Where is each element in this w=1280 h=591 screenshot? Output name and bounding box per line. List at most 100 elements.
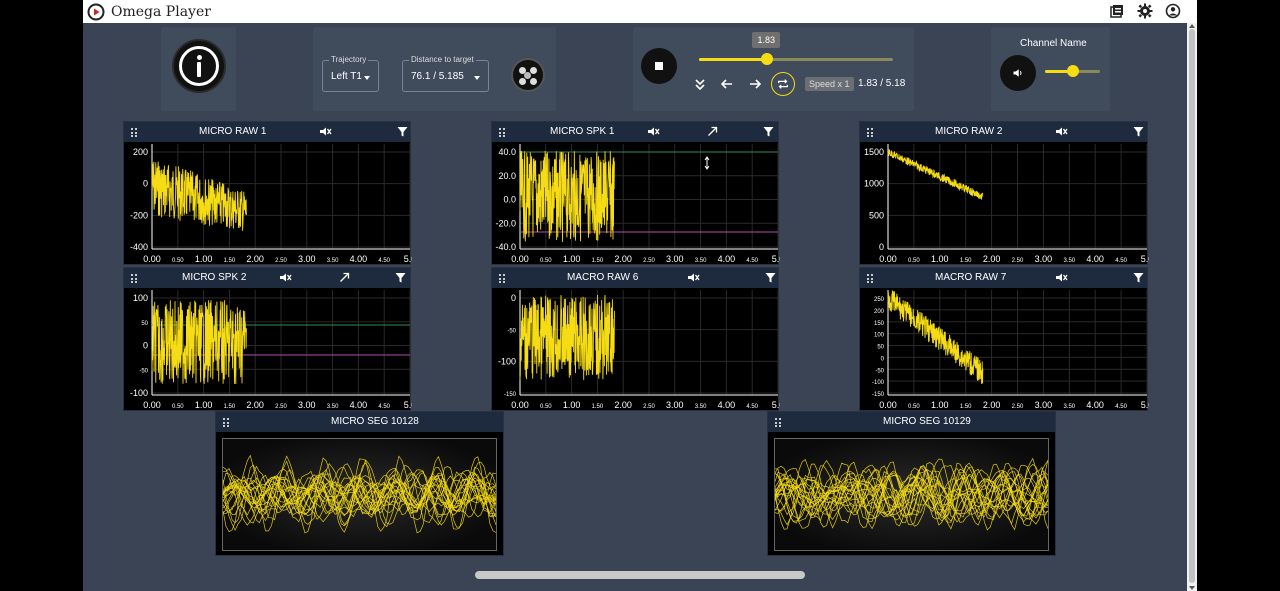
y-tick-label: -40.0 [495, 242, 516, 252]
filter-icon[interactable] [394, 271, 407, 284]
speed-chip[interactable]: Speed x 1 [805, 77, 854, 91]
scroll-down-icon[interactable] [1189, 586, 1195, 590]
omega-logo-icon [87, 3, 105, 20]
drag-handle-icon[interactable] [223, 418, 229, 427]
vertical-scrollbar[interactable] [1187, 23, 1197, 591]
segment-card: MICRO SEG 10128 [215, 411, 504, 556]
arrow-left-icon[interactable] [719, 76, 735, 92]
volume-button[interactable] [1000, 55, 1036, 91]
chevron-down-icon [364, 76, 370, 80]
x-tick-label: 1.00 [563, 254, 581, 264]
x-tick-label: 4.50 [1115, 404, 1127, 410]
y-tick-label: -150 [504, 392, 517, 398]
chart-card: MICRO SPK 1 40.0 20.0 0.0 -20.0 -40.0 0.00 0.50… [491, 121, 780, 266]
x-tick-label: 5.0 [404, 400, 412, 410]
x-tick-label: 3.50 [695, 404, 707, 410]
electrode-button[interactable] [511, 58, 545, 92]
filter-icon[interactable] [764, 271, 777, 284]
waveform-trace [774, 458, 1049, 529]
y-tick-label: 200 [133, 147, 148, 157]
stop-button[interactable] [641, 48, 677, 84]
x-tick-label: 5.0 [404, 254, 412, 264]
x-tick-label: 2.00 [246, 254, 264, 264]
drag-handle-icon[interactable] [867, 128, 873, 137]
signal-plot[interactable]: 250 200 150 100 50 0 -50 -100 -150 0.00 0.50 1.00 1.… [860, 288, 1149, 412]
filter-icon[interactable] [1132, 125, 1145, 138]
layers-icon[interactable] [1109, 3, 1125, 19]
y-tick-label: -150 [872, 392, 885, 398]
filter-icon[interactable] [396, 125, 409, 138]
x-tick-label: 4.00 [718, 254, 736, 264]
y-tick-label: 200 [874, 309, 885, 315]
x-tick-label: 5.0 [1141, 400, 1149, 410]
threshold-icon[interactable] [338, 271, 351, 284]
x-tick-label: 2.00 [614, 254, 632, 264]
signal-plot[interactable]: 200 0 -200 -400 0.00 0.50 1.00 1.50 2.00 2.50 3.00… [124, 142, 412, 266]
filter-icon[interactable] [762, 125, 775, 138]
x-tick-label: 3.50 [1063, 404, 1075, 410]
mute-icon[interactable] [647, 125, 660, 138]
distance-select[interactable]: Distance to target 76.1 / 5.185 [402, 55, 489, 92]
y-tick-label: -100 [872, 380, 885, 386]
chevron-down-icon [474, 76, 480, 80]
chart-card: MICRO SPK 2 100 50 0 -50 -100 0.00 0.50 1.00 1.50… [123, 267, 412, 412]
drag-handle-icon[interactable] [867, 274, 873, 283]
chart-header: MICRO SPK 1 [492, 122, 778, 142]
x-tick-label: 1.50 [960, 404, 972, 410]
scroll-up-icon[interactable] [1189, 24, 1195, 28]
signal-plot[interactable]: 1500 1000 500 0 0.00 0.50 1.00 1.50 2.00 2.50 3.00… [860, 142, 1149, 266]
y-tick-label: 40.0 [498, 147, 516, 157]
mute-icon[interactable] [279, 271, 292, 284]
filter-icon[interactable] [1132, 271, 1145, 284]
mute-icon[interactable] [687, 271, 700, 284]
segment-plot-area[interactable] [774, 438, 1049, 551]
y-tick-label: 150 [874, 321, 885, 327]
mute-icon[interactable] [319, 125, 332, 138]
y-tick-label: 0.0 [503, 195, 516, 205]
x-tick-label: 4.00 [350, 400, 368, 410]
drag-handle-icon[interactable] [131, 274, 137, 283]
trajectory-select[interactable]: Trajectory Left T1 [322, 55, 379, 92]
x-tick-label: 2.00 [983, 400, 1001, 410]
mute-icon[interactable] [1055, 271, 1068, 284]
x-tick-label: 1.00 [931, 400, 949, 410]
position-tooltip: 1.83 [752, 32, 780, 48]
left-letterbox [0, 0, 83, 591]
arrow-right-icon[interactable] [747, 76, 763, 92]
y-tick-label: -400 [130, 242, 148, 252]
drag-handle-icon[interactable] [131, 128, 137, 137]
x-tick-label: 3.50 [327, 258, 339, 264]
gear-icon[interactable] [1137, 3, 1153, 19]
loop-button[interactable] [771, 72, 795, 96]
y-tick-label: 1500 [864, 147, 884, 157]
x-tick-label: 0.50 [908, 258, 920, 264]
position-slider-thumb[interactable] [761, 53, 774, 65]
volume-slider-thumb[interactable] [1066, 65, 1079, 77]
signal-plot[interactable]: 100 50 0 -50 -100 0.00 0.50 1.00 1.50 2.00 2.50 3.0… [124, 288, 412, 412]
mute-icon[interactable] [1055, 125, 1068, 138]
chart-header: MACRO RAW 7 [860, 268, 1147, 288]
y-tick-label: -50 [139, 368, 148, 374]
position-slider[interactable] [699, 58, 893, 61]
signal-plot[interactable]: 40.0 20.0 0.0 -20.0 -40.0 0.00 0.50 1.00 1.50 2.0… [492, 142, 780, 266]
x-tick-label: 2.50 [1012, 404, 1024, 410]
y-tick-label: 100 [874, 333, 885, 339]
threshold-icon[interactable] [706, 125, 719, 138]
info-button[interactable] [172, 39, 226, 93]
horizontal-scrollbar[interactable] [475, 571, 805, 579]
segment-waveforms [774, 457, 1049, 531]
segment-header: MICRO SEG 10129 [768, 412, 1055, 432]
drag-handle-icon[interactable] [499, 128, 505, 137]
account-icon[interactable] [1165, 3, 1181, 19]
signal-plot[interactable]: 0 -50 -100 -150 0.00 0.50 1.00 1.50 2.00 2.50 3.00… [492, 288, 780, 412]
segment-title: MICRO SEG 10128 [331, 416, 419, 427]
drag-handle-icon[interactable] [499, 274, 505, 283]
drag-handle-icon[interactable] [775, 418, 781, 427]
chart-header: MICRO SPK 2 [124, 268, 410, 288]
x-tick-label: 0.00 [879, 400, 897, 410]
collapse-icon[interactable] [692, 76, 708, 92]
chart-title: MICRO RAW 1 [199, 126, 267, 137]
x-tick-label: 0.50 [540, 258, 552, 264]
app-window: Omega Player Trajectory Left T1 Distance… [83, 0, 1197, 591]
segment-plot-area[interactable] [222, 438, 497, 551]
